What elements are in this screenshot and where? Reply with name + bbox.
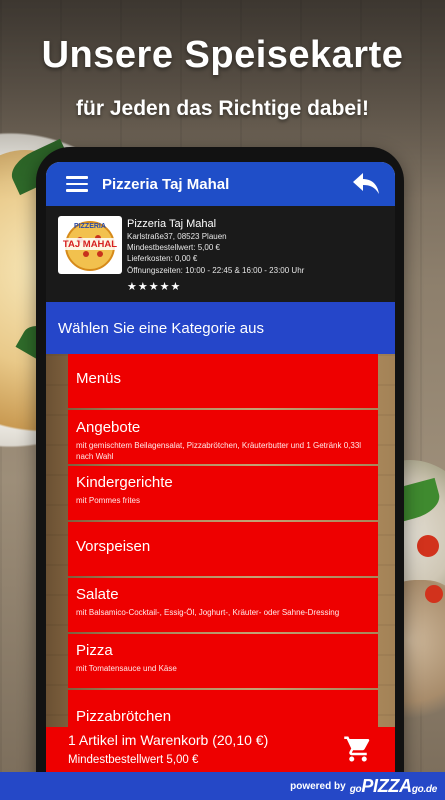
category-description: mit Tomatensauce und Käse [76, 664, 177, 673]
gopizzago-logo[interactable]: goPIZZAgo.de [349, 775, 438, 797]
brand-tld: .de [423, 783, 437, 795]
star-icon: ★ [137, 281, 148, 293]
menu-background: Menüs Angebote mit gemischtem Beilagensa… [46, 354, 395, 744]
brand-go-suffix: go [411, 783, 424, 795]
category-description: mit gemischtem Beilagensalat, Pizzabrötc… [76, 441, 362, 461]
min-order-value: Mindestbestellwert: 5,00 € [127, 243, 220, 253]
app-bar: Pizzeria Taj Mahal [46, 162, 395, 206]
logo-text-main: TAJ MAHAL [63, 239, 117, 250]
opening-hours: Öffnungszeiten: 10:00 - 22:45 & 16:00 - … [127, 265, 305, 275]
brand-pizza: PIZZA [361, 775, 412, 796]
delivery-cost: Lieferkosten: 0,00 € [127, 254, 198, 264]
category-title: Pizzabrötchen [76, 708, 172, 725]
category-title: Salate [76, 586, 119, 603]
star-icon: ★ [159, 281, 170, 293]
category-title: Angebote [76, 419, 141, 436]
category-item-vorspeisen[interactable]: Vorspeisen [68, 522, 378, 576]
category-item-kindergerichte[interactable]: Kindergerichte mit Pommes frites [68, 466, 378, 520]
promo-headline: Unsere Speisekarte [41, 34, 404, 76]
star-icon: ★ [170, 281, 181, 293]
restaurant-info: PIZZERIA TAJ MAHAL Pizzeria Taj Mahal Ka… [46, 206, 395, 302]
hamburger-menu-icon[interactable] [66, 176, 88, 192]
shopping-cart-icon[interactable] [341, 734, 375, 764]
restaurant-name: Pizzeria Taj Mahal [127, 218, 217, 230]
cart-summary: 1 Artikel im Warenkorb (20,10 €) [68, 732, 269, 748]
star-icon: ★ [148, 281, 159, 293]
category-description: mit Pommes frites [76, 496, 141, 505]
category-item-pizza[interactable]: Pizza mit Tomatensauce und Käse [68, 634, 378, 688]
category-item-angebote[interactable]: Angebote mit gemischtem Beilagensalat, P… [68, 410, 378, 464]
category-item-menues[interactable]: Menüs [68, 354, 378, 408]
promo-subline: für Jeden das Richtige dabei! [76, 97, 369, 120]
category-list: Menüs Angebote mit gemischtem Beilagensa… [68, 354, 378, 746]
restaurant-logo: PIZZERIA TAJ MAHAL [58, 216, 122, 274]
rating-stars: ★ ★ ★ ★ ★ [127, 282, 180, 293]
app-screen: Pizzeria Taj Mahal PIZZERIA TAJ MAHAL Pi… [46, 162, 395, 772]
category-item-salate[interactable]: Salate mit Balsamico-Cocktail-, Essig-Öl… [68, 578, 378, 632]
restaurant-details: Pizzeria Taj Mahal Karlstraße37, 08523 P… [127, 218, 304, 276]
brand-go-prefix: go [349, 783, 362, 795]
cart-min-order: Mindestbestellwert 5,00 € [68, 754, 199, 766]
app-bar-title: Pizzeria Taj Mahal [102, 175, 230, 193]
category-title: Menüs [76, 370, 122, 387]
category-title: Kindergerichte [76, 474, 173, 491]
logo-text-top: PIZZERIA [74, 223, 106, 230]
back-arrow-icon[interactable] [351, 171, 381, 197]
powered-by-footer: powered by goPIZZAgo.de [0, 772, 445, 800]
cart-bar[interactable]: 1 Artikel im Warenkorb (20,10 €) Mindest… [46, 727, 395, 772]
category-description: mit Balsamico-Cocktail-, Essig-Öl, Joghu… [76, 608, 340, 617]
category-prompt: Wählen Sie eine Kategorie aus [46, 302, 395, 354]
star-icon: ★ [127, 281, 137, 293]
category-title: Vorspeisen [76, 538, 151, 555]
restaurant-address: Karlstraße37, 08523 Plauen [127, 232, 227, 241]
category-title: Pizza [76, 642, 113, 659]
powered-by-label: powered by [290, 780, 346, 792]
